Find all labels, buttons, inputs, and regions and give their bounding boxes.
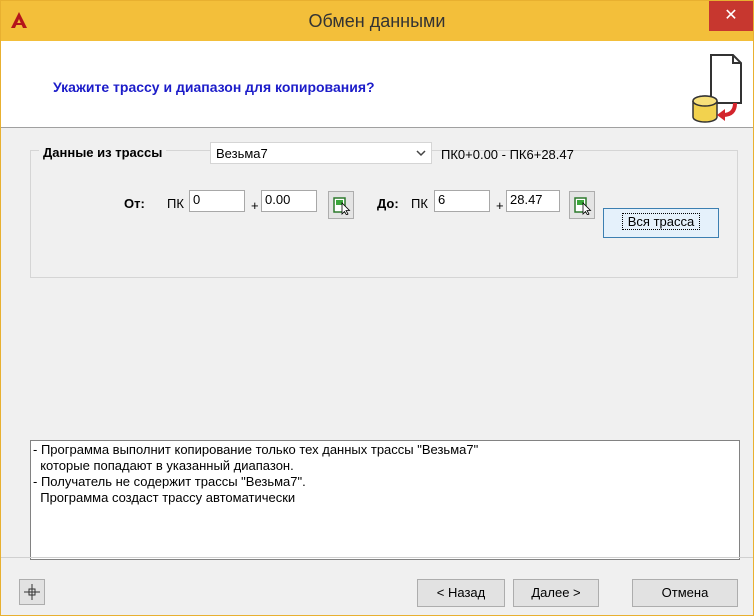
from-offset-input[interactable]: 0.00 — [261, 190, 317, 212]
window-title: Обмен данными — [308, 11, 446, 31]
to-pk-label: ПК — [411, 196, 428, 211]
info-line: Программа создаст трассу автоматически — [33, 490, 296, 505]
wizard-header: Укажите трассу и диапазон для копировани… — [1, 41, 753, 128]
close-button[interactable]: ✕ — [709, 1, 753, 31]
header-prompt: Укажите трассу и диапазон для копировани… — [53, 79, 375, 95]
pick-from-button[interactable] — [328, 191, 354, 219]
pick-to-button[interactable] — [569, 191, 595, 219]
info-line: - Получатель не содержит трассы "Везьма7… — [33, 474, 306, 489]
route-select[interactable]: Везьма7 — [210, 142, 432, 164]
from-label: От: — [124, 196, 145, 211]
whole-route-button-label: Вся трасса — [621, 213, 701, 230]
info-line: которые попадают в указанный диапазон. — [33, 458, 294, 473]
wizard-content: Данные из трассы Везьма7 ПК0+0.00 - ПК6+… — [1, 128, 753, 600]
crosshair-icon — [24, 584, 40, 600]
info-box: - Программа выполнит копирование только … — [30, 440, 740, 560]
pick-point-icon — [574, 197, 592, 215]
whole-route-button[interactable]: Вся трасса — [603, 208, 719, 238]
route-group-label: Данные из трассы — [39, 145, 167, 160]
dialog-window: Обмен данными ✕ Укажите трассу и диапазо… — [0, 0, 754, 616]
to-offset-input[interactable]: 28.47 — [506, 190, 560, 212]
to-pk-input[interactable]: 6 — [434, 190, 490, 212]
route-select-value: Везьма7 — [216, 146, 268, 161]
to-label: До: — [377, 196, 399, 211]
footer-separator — [1, 557, 753, 558]
crosshair-button[interactable] — [19, 579, 45, 605]
database-transfer-icon — [692, 54, 742, 123]
next-button[interactable]: Далее > — [513, 579, 599, 607]
title-bar[interactable]: Обмен данными ✕ — [1, 1, 753, 41]
cancel-button[interactable]: Отмена — [632, 579, 738, 607]
from-pk-input[interactable]: 0 — [189, 190, 245, 212]
from-plus-label: + — [251, 198, 259, 213]
info-line: - Программа выполнит копирование только … — [33, 442, 479, 457]
back-button[interactable]: < Назад — [417, 579, 505, 607]
close-icon: ✕ — [724, 7, 738, 24]
chevron-down-icon — [416, 150, 426, 157]
from-pk-label: ПК — [167, 196, 184, 211]
to-plus-label: + — [496, 198, 504, 213]
pick-point-icon — [333, 197, 351, 215]
route-range: ПК0+0.00 - ПК6+28.47 — [441, 147, 574, 162]
